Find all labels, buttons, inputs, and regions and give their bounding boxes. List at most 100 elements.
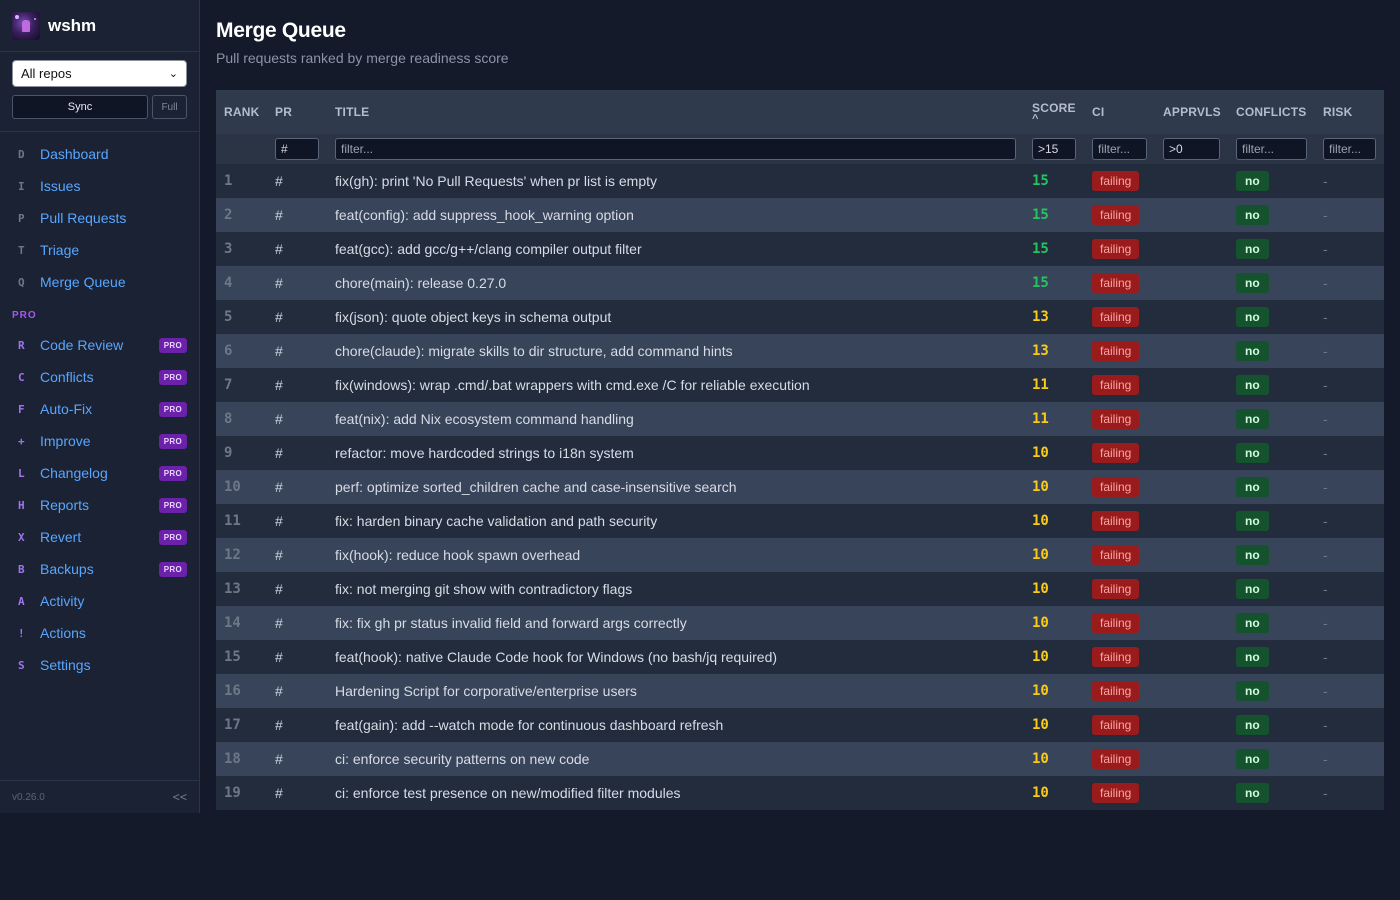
pr-title-link[interactable]: fix(json): quote object keys in schema o… (327, 300, 1024, 334)
table-row[interactable]: 14 # fix: fix gh pr status invalid field a… (216, 606, 1384, 640)
pr-title-link[interactable]: fix(windows): wrap .cmd/.bat wrappers wi… (327, 368, 1024, 402)
sidebar-item-auto-fix[interactable]: F Auto-Fix PRO (0, 393, 199, 425)
pr-link[interactable]: # (267, 300, 327, 334)
col-header-rank[interactable]: RANK (216, 90, 267, 134)
sidebar-item-pull-requests[interactable]: P Pull Requests (0, 202, 199, 234)
pr-link[interactable]: # (267, 776, 327, 810)
col-header-approvals[interactable]: APPRVLS (1155, 90, 1228, 134)
table-row[interactable]: 9 # refactor: move hardcoded strings to i1… (216, 436, 1384, 470)
conflicts-cell: no (1228, 776, 1315, 810)
pr-title-link[interactable]: feat(nix): add Nix ecosystem command han… (327, 402, 1024, 436)
filter-risk-input[interactable]: filter... (1323, 138, 1376, 160)
table-row[interactable]: 18 # ci: enforce security patterns on new … (216, 742, 1384, 776)
pr-title-link[interactable]: ci: enforce security patterns on new cod… (327, 742, 1024, 776)
col-header-pr[interactable]: PR (267, 90, 327, 134)
pr-title-link[interactable]: fix: not merging git show with contradic… (327, 572, 1024, 606)
pr-title-link[interactable]: ci: enforce test presence on new/modifie… (327, 776, 1024, 810)
table-row[interactable]: 13 # fix: not merging git show with contra… (216, 572, 1384, 606)
sidebar-item-issues[interactable]: I Issues (0, 170, 199, 202)
pr-link[interactable]: # (267, 266, 327, 300)
sidebar-item-settings[interactable]: S Settings (0, 649, 199, 681)
table-row[interactable]: 15 # feat(hook): native Claude Code hook f… (216, 640, 1384, 674)
pr-link[interactable]: # (267, 402, 327, 436)
sidebar-item-revert[interactable]: X Revert PRO (0, 521, 199, 553)
table-row[interactable]: 10 # perf: optimize sorted_children cache … (216, 470, 1384, 504)
sidebar-item-improve[interactable]: + Improve PRO (0, 425, 199, 457)
col-header-ci[interactable]: CI (1084, 90, 1155, 134)
pr-link[interactable]: # (267, 164, 327, 198)
sidebar-item-activity[interactable]: A Activity (0, 585, 199, 617)
pr-link[interactable]: # (267, 606, 327, 640)
col-header-conflicts[interactable]: CONFLICTS (1228, 90, 1315, 134)
sidebar-item-merge-queue[interactable]: Q Merge Queue (0, 266, 199, 298)
col-header-title[interactable]: TITLE (327, 90, 1024, 134)
sidebar-item-triage[interactable]: T Triage (0, 234, 199, 266)
table-row[interactable]: 16 # Hardening Script for corporative/ente… (216, 674, 1384, 708)
pr-link[interactable]: # (267, 368, 327, 402)
table-row[interactable]: 4 # chore(main): release 0.27.0 15 failing no… (216, 266, 1384, 300)
repo-select[interactable]: All repos ⌄ (12, 60, 187, 87)
pr-title-link[interactable]: fix: harden binary cache validation and … (327, 504, 1024, 538)
filter-ci-input[interactable]: filter... (1092, 138, 1147, 160)
pr-link[interactable]: # (267, 572, 327, 606)
table-row[interactable]: 8 # feat(nix): add Nix ecosystem command h… (216, 402, 1384, 436)
col-header-score[interactable]: SCORE ^ (1024, 90, 1084, 134)
sidebar-item-conflicts[interactable]: C Conflicts PRO (0, 361, 199, 393)
table-row[interactable]: 6 # chore(claude): migrate skills to dir s… (216, 334, 1384, 368)
sidebar-item-changelog[interactable]: L Changelog PRO (0, 457, 199, 489)
pr-link[interactable]: # (267, 504, 327, 538)
table-row[interactable]: 12 # fix(hook): reduce hook spawn overhead… (216, 538, 1384, 572)
pr-link[interactable]: # (267, 436, 327, 470)
sidebar-item-dashboard[interactable]: D Dashboard (0, 138, 199, 170)
pr-link[interactable]: # (267, 232, 327, 266)
sidebar-item-reports[interactable]: H Reports PRO (0, 489, 199, 521)
filter-pr-input[interactable]: # (275, 138, 319, 160)
table-row[interactable]: 3 # feat(gcc): add gcc/g++/clang compiler … (216, 232, 1384, 266)
pr-title-link[interactable]: Hardening Script for corporative/enterpr… (327, 674, 1024, 708)
pr-title-link[interactable]: feat(gain): add --watch mode for continu… (327, 708, 1024, 742)
full-sync-button[interactable]: Full (152, 95, 187, 119)
conflicts-badge: no (1236, 273, 1269, 293)
filter-conflicts-input[interactable]: filter... (1236, 138, 1307, 160)
pr-title-link[interactable]: feat(config): add suppress_hook_warning … (327, 198, 1024, 232)
filter-score-input[interactable]: >15 (1032, 138, 1076, 160)
pr-link[interactable]: # (267, 470, 327, 504)
score-cell: 10 (1024, 504, 1084, 538)
pr-title-link[interactable]: fix(hook): reduce hook spawn overhead (327, 538, 1024, 572)
score-cell: 11 (1024, 368, 1084, 402)
pr-title-link[interactable]: chore(claude): migrate skills to dir str… (327, 334, 1024, 368)
nav-shortcut-key: + (18, 434, 25, 448)
pr-link[interactable]: # (267, 640, 327, 674)
approvals-cell (1155, 708, 1228, 742)
collapse-sidebar-button[interactable]: << (173, 790, 187, 804)
pr-title-link[interactable]: refactor: move hardcoded strings to i18n… (327, 436, 1024, 470)
table-row[interactable]: 7 # fix(windows): wrap .cmd/.bat wrappers … (216, 368, 1384, 402)
pr-link[interactable]: # (267, 334, 327, 368)
risk-cell: - (1315, 708, 1384, 742)
pr-title-link[interactable]: fix: fix gh pr status invalid field and … (327, 606, 1024, 640)
table-row[interactable]: 2 # feat(config): add suppress_hook_warnin… (216, 198, 1384, 232)
filter-approvals-input[interactable]: >0 (1163, 138, 1220, 160)
sidebar-item-backups[interactable]: B Backups PRO (0, 553, 199, 585)
table-row[interactable]: 11 # fix: harden binary cache validation a… (216, 504, 1384, 538)
sidebar-item-code-review[interactable]: R Code Review PRO (0, 329, 199, 361)
pr-link[interactable]: # (267, 198, 327, 232)
sync-button[interactable]: Sync (12, 95, 148, 119)
table-row[interactable]: 17 # feat(gain): add --watch mode for cont… (216, 708, 1384, 742)
pr-title-link[interactable]: feat(gcc): add gcc/g++/clang compiler ou… (327, 232, 1024, 266)
pr-link[interactable]: # (267, 674, 327, 708)
filter-title-input[interactable]: filter... (335, 138, 1016, 160)
pr-title-link[interactable]: feat(hook): native Claude Code hook for … (327, 640, 1024, 674)
col-header-risk[interactable]: RISK (1315, 90, 1384, 134)
pr-link[interactable]: # (267, 742, 327, 776)
sidebar-item-actions[interactable]: ! Actions (0, 617, 199, 649)
pr-link[interactable]: # (267, 538, 327, 572)
pr-title-link[interactable]: fix(gh): print 'No Pull Requests' when p… (327, 164, 1024, 198)
nav-shortcut-key: L (18, 466, 25, 480)
pr-title-link[interactable]: chore(main): release 0.27.0 (327, 266, 1024, 300)
table-row[interactable]: 19 # ci: enforce test presence on new/modi… (216, 776, 1384, 810)
table-row[interactable]: 1 # fix(gh): print 'No Pull Requests' when… (216, 164, 1384, 198)
table-row[interactable]: 5 # fix(json): quote object keys in schema… (216, 300, 1384, 334)
pr-title-link[interactable]: perf: optimize sorted_children cache and… (327, 470, 1024, 504)
pr-link[interactable]: # (267, 708, 327, 742)
